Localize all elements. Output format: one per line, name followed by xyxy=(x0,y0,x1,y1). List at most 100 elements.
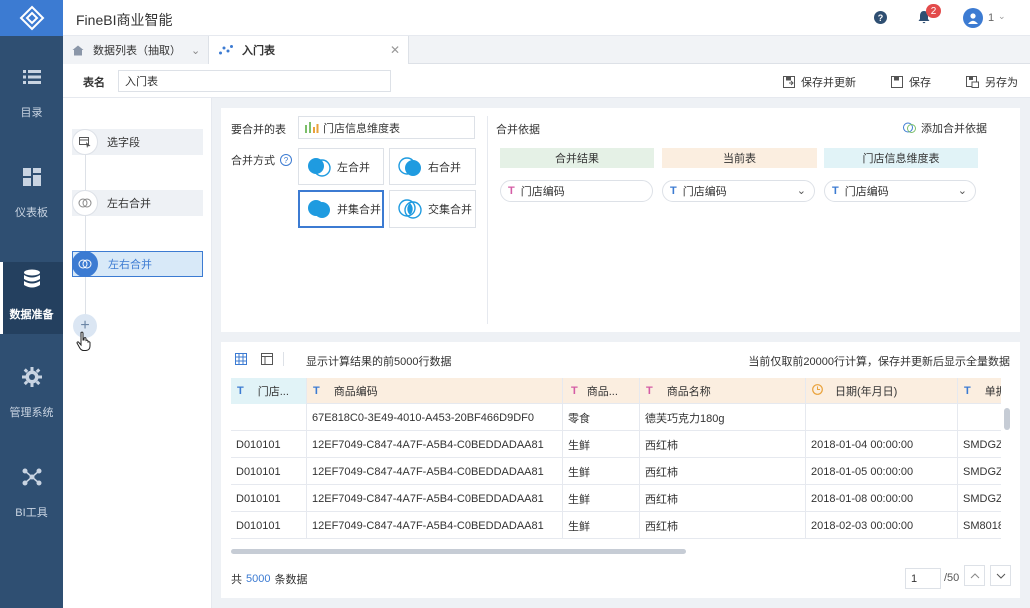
nav-item-admin[interactable]: 管理系统 xyxy=(0,364,63,434)
text-type-icon: T xyxy=(670,185,677,197)
save-as-icon xyxy=(966,76,979,88)
right-merge-button[interactable]: 右合并 xyxy=(389,148,476,185)
table-cell: 西红柿 xyxy=(640,431,806,458)
user-label[interactable]: 1 xyxy=(988,12,994,24)
help-icon[interactable]: ? xyxy=(280,154,292,166)
table-row[interactable]: 67E818C0-3E49-4010-A453-20BF466D9DF0 零食 德芙… xyxy=(231,404,1001,431)
save-button[interactable]: 保存 xyxy=(891,74,931,90)
total-prefix: 共 xyxy=(231,574,242,586)
data-preview-panel: 显示计算结果的前5000行数据 当前仅取前20000行计算，保存并更新后显示全量… xyxy=(221,342,1020,598)
list-icon xyxy=(22,64,41,90)
table-cell: 德芙巧克力180g xyxy=(640,404,806,431)
nav-label: 管理系统 xyxy=(9,407,54,419)
horizontal-scrollbar[interactable] xyxy=(231,548,1001,554)
app-logo[interactable] xyxy=(0,0,63,36)
merge-table-field[interactable]: 门店信息维度表 xyxy=(298,116,475,139)
step-merge-1[interactable]: 左右合并 xyxy=(72,190,203,216)
database-icon xyxy=(23,266,41,292)
merge-icon xyxy=(72,251,98,277)
chevron-down-icon xyxy=(996,573,1005,579)
vertical-scrollbar[interactable] xyxy=(1004,406,1010,546)
scrollbar-thumb[interactable] xyxy=(231,549,686,554)
chevron-down-icon[interactable]: ⌄ xyxy=(191,44,200,57)
step-merge-2-active[interactable]: 左右合并 xyxy=(72,251,203,277)
nav-item-catalog[interactable]: 目录 xyxy=(0,64,63,134)
save-as-button[interactable]: 另存为 xyxy=(966,74,1018,90)
button-label: 保存 xyxy=(909,77,931,89)
top-bar: FineBI商业智能 ? 2 1 ⌄ xyxy=(63,0,1030,36)
union-merge-button-selected[interactable]: 并集合并 xyxy=(298,190,384,228)
column-header[interactable]: 日期(年月日) xyxy=(806,378,958,404)
other-field-select[interactable]: T 门店编码 ⌄ xyxy=(824,180,976,202)
column-header[interactable]: T 商品... xyxy=(563,378,640,404)
help-icon[interactable]: ? xyxy=(874,11,887,24)
left-merge-icon xyxy=(308,157,331,177)
column-header[interactable]: T 商品名称 xyxy=(640,378,806,404)
steps-connector xyxy=(85,140,86,325)
table-cell: SMDGZ xyxy=(963,465,1001,478)
select-fields-icon xyxy=(72,129,98,155)
total-count: 共 5000 条数据 xyxy=(231,571,307,587)
panel-view-icon[interactable] xyxy=(261,353,273,368)
preview-notice: 显示计算结果的前5000行数据 xyxy=(306,356,452,368)
table-row[interactable]: D010101 12EF7049-C847-4A7F-A5B4-C0BEDDADA… xyxy=(231,431,1001,458)
next-page-button[interactable] xyxy=(990,565,1011,586)
current-field-select[interactable]: T 门店编码 ⌄ xyxy=(662,180,815,202)
result-field-chip[interactable]: T 门店编码 xyxy=(500,180,653,202)
table-view-icon[interactable] xyxy=(235,353,247,368)
save-update-icon xyxy=(783,76,795,88)
column-title: 门店... xyxy=(257,386,289,398)
add-merge-basis-button[interactable]: 添加合并依据 xyxy=(903,120,987,136)
column-title: 商品... xyxy=(586,386,618,398)
avatar[interactable] xyxy=(963,8,983,28)
column-header[interactable]: T 单据 xyxy=(958,378,1001,404)
chevron-down-icon[interactable]: ⌄ xyxy=(797,184,806,197)
method-label: 右合并 xyxy=(428,161,461,174)
merge-config-panel: 要合并的表 门店信息维度表 合并方式 ? 左合并 右合并 并集合并 交集合并 合… xyxy=(221,108,1020,332)
column-title: 商品名称 xyxy=(666,386,711,398)
table-cell: D010101 xyxy=(231,431,307,458)
table-cell: 零食 xyxy=(563,404,640,431)
merge-table-value: 门店信息维度表 xyxy=(323,122,400,135)
table-header: T 门店... T 商品编码 T 商品... T 商品名称 日期(年月日) T … xyxy=(231,378,1001,404)
left-merge-button[interactable]: 左合并 xyxy=(298,148,384,185)
nav-label: 数据准备 xyxy=(9,309,54,321)
table-name-input[interactable]: 入门表 xyxy=(118,70,391,92)
tab-data-list[interactable]: 数据列表（抽取） ⌄ xyxy=(63,36,209,64)
table-name-label: 表名 xyxy=(83,77,105,89)
chevron-down-icon[interactable]: ⌄ xyxy=(958,184,967,197)
field-label: 门店编码 xyxy=(682,186,727,198)
table-cell: 西红柿 xyxy=(640,512,806,539)
table-cell: 12EF7049-C847-4A7F-A5B4-C0BEDDADAA81 xyxy=(307,431,563,458)
gear-icon xyxy=(21,364,42,390)
nav-item-dashboard[interactable]: 仪表板 xyxy=(0,164,63,234)
config-divider xyxy=(487,116,488,324)
field-label: 门店编码 xyxy=(844,186,889,198)
table-cell: 生鲜 xyxy=(563,431,640,458)
prev-page-button[interactable] xyxy=(964,565,985,586)
merge-table-label: 要合并的表 xyxy=(231,124,286,136)
column-header[interactable]: T 门店... xyxy=(231,378,307,404)
column-header[interactable]: T 商品编码 xyxy=(307,378,563,404)
union-merge-icon xyxy=(308,200,330,218)
save-update-button[interactable]: 保存并更新 xyxy=(783,74,856,90)
tab-intro-table[interactable]: 入门表 ✕ xyxy=(209,36,409,64)
intersect-merge-icon xyxy=(398,199,422,219)
close-icon[interactable]: ✕ xyxy=(390,43,400,57)
table-cell: SM8018 xyxy=(963,519,1001,532)
step-label: 左右合并 xyxy=(107,198,151,210)
table-row[interactable]: D010101 12EF7049-C847-4A7F-A5B4-C0BEDDADA… xyxy=(231,512,1001,539)
chevron-up-icon xyxy=(970,572,979,578)
table-row[interactable]: D010101 12EF7049-C847-4A7F-A5B4-C0BEDDADA… xyxy=(231,485,1001,512)
nav-item-data-prep[interactable]: 数据准备 xyxy=(0,262,63,334)
table-cell: 12EF7049-C847-4A7F-A5B4-C0BEDDADAA81 xyxy=(307,512,563,539)
table-cell: 2018-01-05 00:00:00 xyxy=(806,458,958,485)
page-input[interactable]: 1 xyxy=(905,568,941,589)
scrollbar-thumb[interactable] xyxy=(1004,408,1010,430)
right-merge-icon xyxy=(398,156,421,176)
step-select-fields[interactable]: 选字段 xyxy=(72,129,203,155)
user-menu-chevron-icon[interactable]: ⌄ xyxy=(998,11,1006,22)
intersect-merge-button[interactable]: 交集合并 xyxy=(389,190,476,228)
table-row[interactable]: D010101 12EF7049-C847-4A7F-A5B4-C0BEDDADA… xyxy=(231,458,1001,485)
nav-item-bi-tools[interactable]: BI工具 xyxy=(0,464,63,534)
